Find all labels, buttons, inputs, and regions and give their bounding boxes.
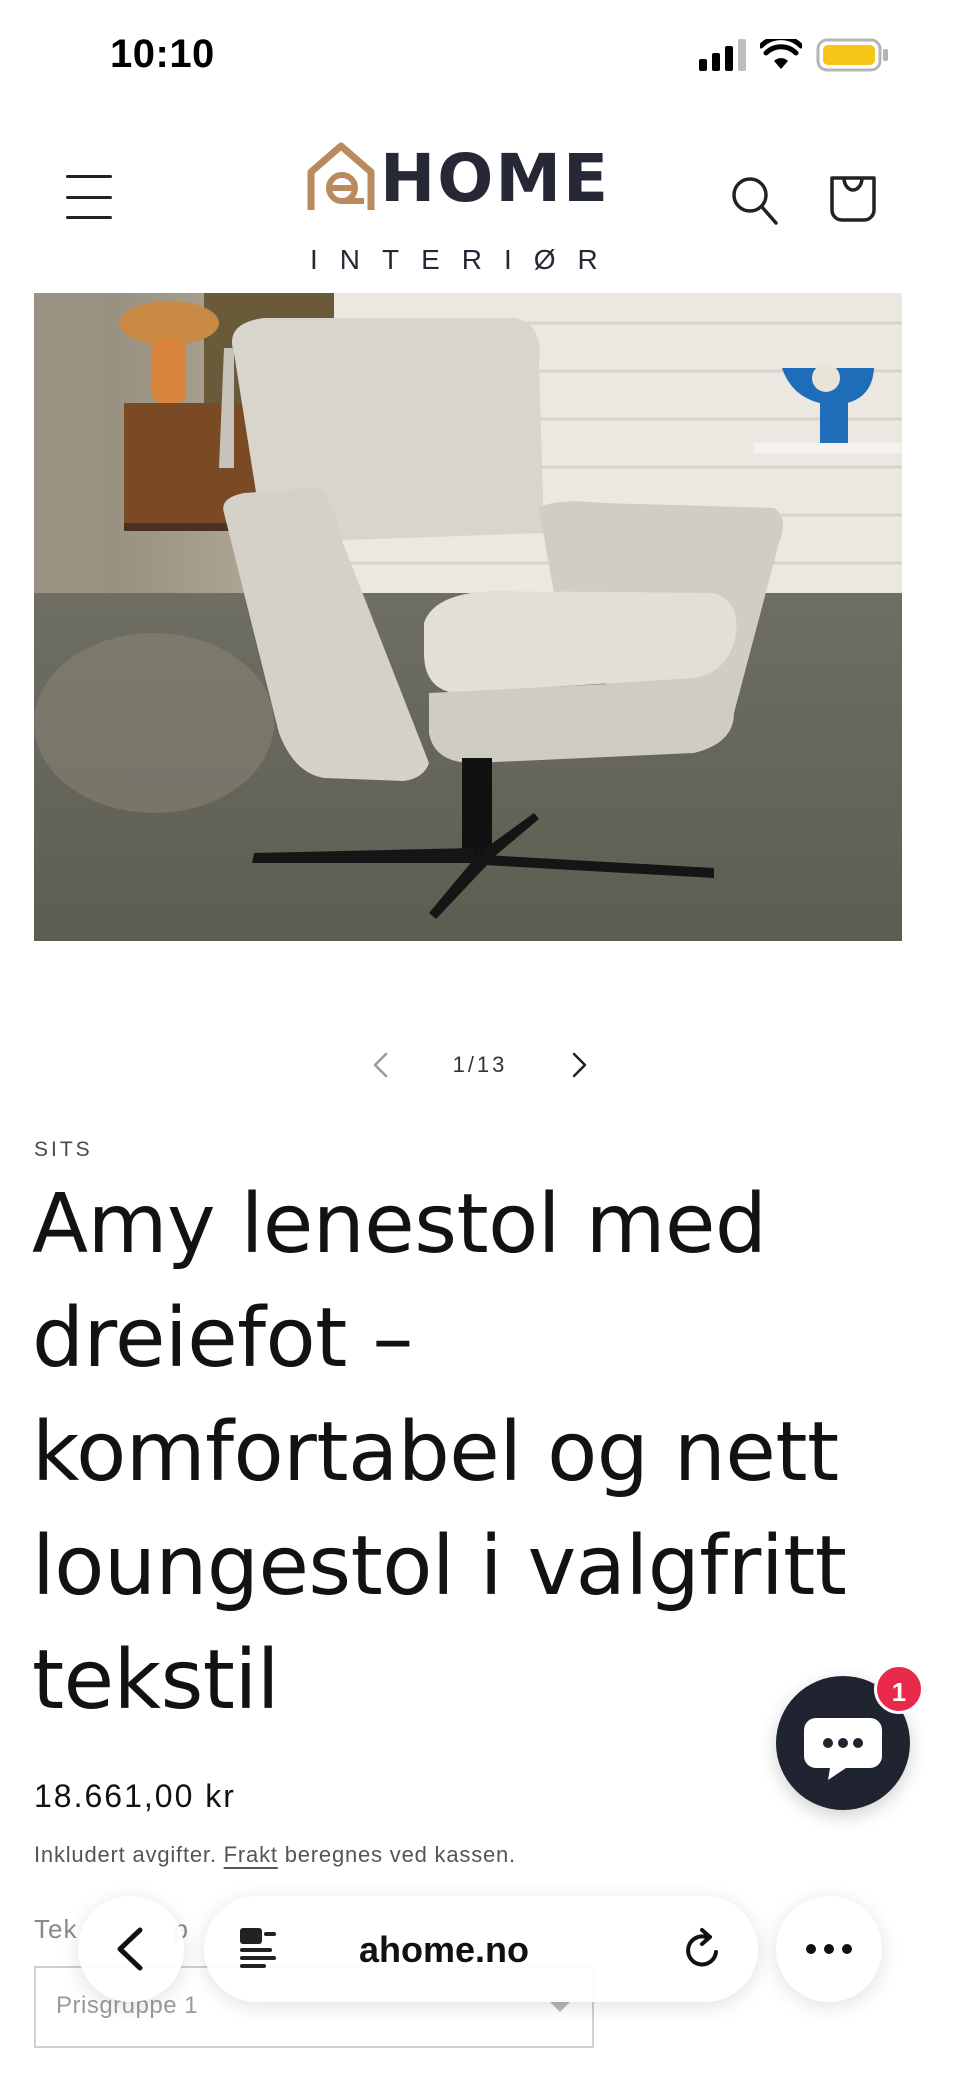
- logo-wordmark: HOME: [380, 140, 611, 217]
- reader-icon[interactable]: [236, 1926, 280, 1972]
- armchair-photo: [34, 293, 902, 941]
- chevron-left-icon[interactable]: [366, 1048, 396, 1082]
- menu-icon[interactable]: [66, 175, 112, 219]
- signal-icon: [699, 39, 746, 71]
- product-vendor: SITS: [34, 1138, 93, 1161]
- tax-note-suffix: beregnes ved kassen.: [284, 1842, 516, 1867]
- status-icons: [699, 38, 890, 72]
- status-time: 10:10: [110, 32, 215, 76]
- site-logo[interactable]: HOME INTERIØR: [306, 140, 658, 274]
- tax-note: Inkludert avgifter. Frakt beregnes ved k…: [34, 1842, 516, 1868]
- chevron-right-icon[interactable]: [564, 1048, 594, 1082]
- product-title: Amy lenestol med dreiefot – komfortabel …: [32, 1177, 847, 1728]
- tax-note-prefix: Inkludert avgifter.: [34, 1842, 217, 1867]
- status-bar: 10:10: [0, 0, 960, 110]
- product-price: 18.661,00 kr: [34, 1778, 236, 1814]
- back-arrow-icon: [117, 1927, 143, 1971]
- product-image[interactable]: [34, 293, 902, 941]
- shipping-link[interactable]: Frakt: [224, 1842, 278, 1867]
- wifi-icon: [760, 39, 802, 69]
- back-button[interactable]: [78, 1896, 184, 2002]
- gallery-controls: 1/13: [0, 1040, 960, 1090]
- url-text: ahome.no: [358, 1929, 529, 1970]
- battery-icon: [816, 38, 888, 72]
- address-bar[interactable]: ahome.no: [204, 1896, 758, 2002]
- site-header: HOME INTERIØR: [0, 120, 960, 280]
- chat-badge: 1: [874, 1664, 924, 1714]
- gallery-counter: 1/13: [452, 1052, 508, 1077]
- search-icon[interactable]: [730, 175, 778, 227]
- house-logo-icon: [307, 142, 375, 210]
- browser-toolbar: ahome.no: [0, 1880, 960, 2020]
- more-icon: [806, 1944, 852, 1954]
- logo-subtitle: INTERIØR: [310, 244, 620, 275]
- cart-icon[interactable]: [828, 170, 878, 222]
- reload-icon[interactable]: [680, 1926, 726, 1972]
- more-button[interactable]: [776, 1896, 882, 2002]
